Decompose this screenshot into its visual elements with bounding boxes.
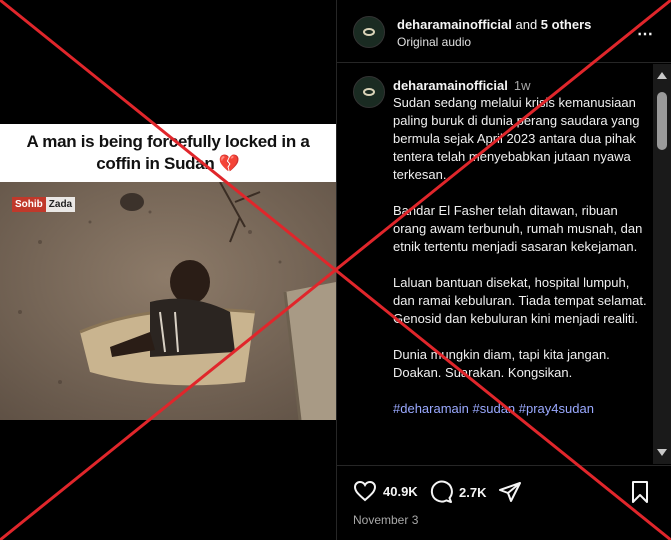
author-avatar[interactable]	[353, 16, 385, 48]
bookmark-icon	[632, 481, 648, 503]
video-caption-band: A man is being forcefully locked in a co…	[0, 124, 336, 182]
post-date: November 3	[353, 513, 419, 527]
header-collab-others[interactable]: 5 others	[541, 17, 592, 32]
video-panel[interactable]: A man is being forcefully locked in a co…	[0, 0, 336, 540]
comment-count: 2.7K	[459, 484, 487, 500]
watermark-part-a: Sohib	[12, 197, 46, 212]
like-button[interactable]: 40.9K	[353, 480, 418, 502]
post-header: deharamainofficial and 5 others Original…	[337, 0, 671, 63]
caption-avatar[interactable]	[353, 76, 385, 108]
caption-paragraph: Bandar El Fasher telah ditawan, ribuan o…	[393, 203, 643, 254]
original-audio-link[interactable]: Original audio	[397, 35, 471, 49]
caption-paragraph: Sudan sedang melalui krisis kemanusiaan …	[393, 95, 640, 182]
action-bar: 40.9K 2.7K November 3	[337, 465, 671, 540]
header-username[interactable]: deharamainofficial	[397, 17, 512, 32]
caption-area: deharamainofficial 1w Sudan sedang melalu…	[337, 64, 671, 464]
watermark-part-b: Zada	[45, 197, 76, 212]
scroll-thumb[interactable]	[657, 92, 667, 150]
header-collab-suffix: and	[511, 17, 541, 32]
header-author-line: deharamainofficial and 5 others	[397, 17, 591, 32]
broken-heart-icon: 💔	[218, 154, 240, 173]
more-options-icon[interactable]: ⋯	[637, 24, 654, 44]
caption-username[interactable]: deharamainofficial	[393, 78, 508, 93]
scroll-up-icon[interactable]	[657, 72, 667, 79]
caption-hashtags[interactable]: #deharamain #sudan #pray4sudan	[393, 400, 648, 418]
video-caption-line1: A man is being forcefully locked in a	[26, 132, 310, 151]
share-button[interactable]	[498, 480, 528, 504]
caption-paragraph: Dunia mungkin diam, tapi kita jangan. Do…	[393, 347, 610, 380]
share-icon	[499, 482, 521, 502]
video-caption-line2-wrap: coffin in Sudan 💔	[96, 153, 240, 175]
video-watermark: Sohib Zada	[12, 197, 76, 212]
video-caption-line2: coffin in Sudan	[96, 154, 215, 173]
post-panel: deharamainofficial and 5 others Original…	[336, 0, 671, 540]
avatar-logo-icon	[363, 28, 375, 36]
comment-button[interactable]: 2.7K	[429, 480, 486, 504]
caption-text: Sudan sedang melalui krisis kemanusiaan …	[393, 94, 648, 436]
video-frame[interactable]: Sohib Zada	[0, 182, 336, 420]
caption-time: 1w	[513, 78, 531, 93]
scroll-down-icon[interactable]	[657, 449, 667, 456]
heart-icon	[353, 480, 377, 502]
like-count: 40.9K	[383, 483, 418, 499]
caption-scrollbar[interactable]	[653, 64, 671, 464]
caption-paragraph: Laluan bantuan disekat, hospital lumpuh,…	[393, 275, 647, 326]
save-button[interactable]	[630, 480, 656, 504]
video-scene	[0, 182, 336, 420]
comment-icon	[430, 480, 453, 503]
caption-author-line: deharamainofficial 1w	[393, 78, 531, 93]
avatar-logo-icon	[363, 88, 375, 96]
